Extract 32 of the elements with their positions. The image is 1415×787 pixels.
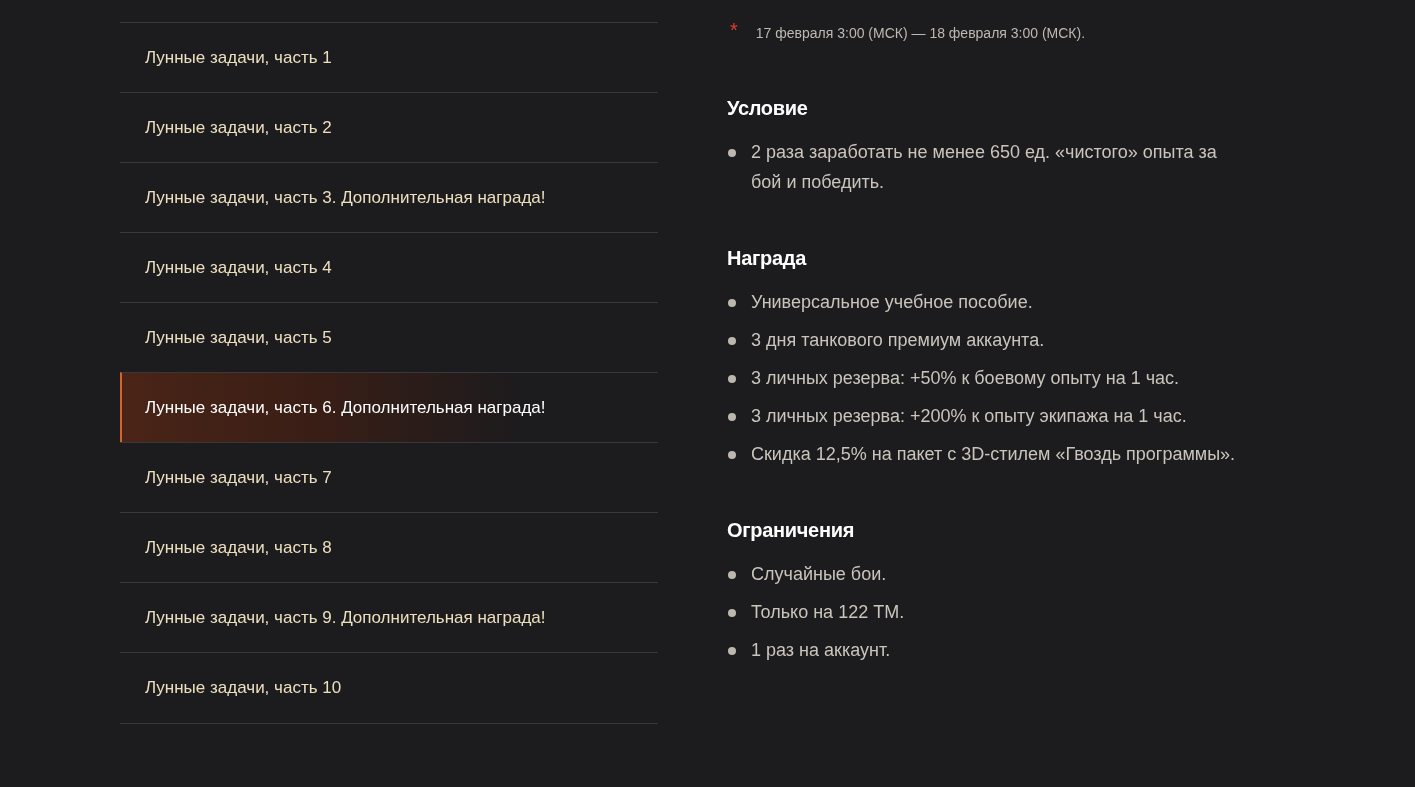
list-item-text: Случайные бои.	[751, 563, 887, 586]
list-item-text: 3 дня танкового премиум аккаунта.	[751, 329, 1045, 352]
section-heading: Условие	[727, 97, 809, 120]
bullet-icon	[728, 609, 736, 617]
quest-menu-item[interactable]: Лунные задачи, часть 6. Дополнительная награда!	[120, 372, 658, 442]
list-item-text: 3 личных резерва: +50% к боевому опыту на 1 час.	[751, 367, 1180, 390]
bullet-icon	[728, 149, 736, 157]
quest-menu-item[interactable]: Лунные задачи, часть 8	[120, 512, 658, 582]
quest-menu-item[interactable]: Лунные задачи, часть 1	[120, 22, 658, 92]
section-heading: Ограничения	[727, 519, 856, 542]
asterisk: *	[729, 22, 738, 38]
quest-menu-item[interactable]: Лунные задачи, часть 3. Дополнительная награда!	[120, 162, 658, 232]
list-item-text: 2 раза заработать не менее 650 ед. «чистого» опыта за бой и победить.	[751, 141, 1218, 194]
event-dates: 17 февраля 3:00 (МСК) — 18 февраля 3:00 (МСК).	[755, 24, 1086, 43]
quest-menu-item[interactable]: Лунные задачи, часть 10	[120, 652, 658, 724]
bullet-icon	[728, 451, 736, 459]
list-item-text: Универсальное учебное пособие.	[751, 291, 1033, 314]
quest-menu-item[interactable]: Лунные задачи, часть 2	[120, 92, 658, 162]
section-heading: Награда	[727, 247, 808, 270]
bullet-icon	[728, 375, 736, 383]
list-item-text: Только на 122 ТМ.	[751, 601, 905, 624]
quest-menu-item[interactable]: Лунные задачи, часть 9. Дополнительная награда!	[120, 582, 658, 652]
bullet-icon	[728, 647, 736, 655]
bullet-icon	[728, 413, 736, 421]
bullet-icon	[728, 299, 736, 307]
list-item-text: 1 раз на аккаунт.	[751, 639, 891, 662]
bullet-icon	[728, 337, 736, 345]
quest-menu-item[interactable]: Лунные задачи, часть 7	[120, 442, 658, 512]
bullet-icon	[728, 571, 736, 579]
list-item-text: Скидка 12,5% на пакет с 3D-стилем «Гвоздь программы».	[751, 443, 1236, 466]
list-item-text: 3 личных резерва: +200% к опыту экипажа на 1 час.	[751, 405, 1187, 428]
quest-menu-item[interactable]: Лунные задачи, часть 4	[120, 232, 658, 302]
